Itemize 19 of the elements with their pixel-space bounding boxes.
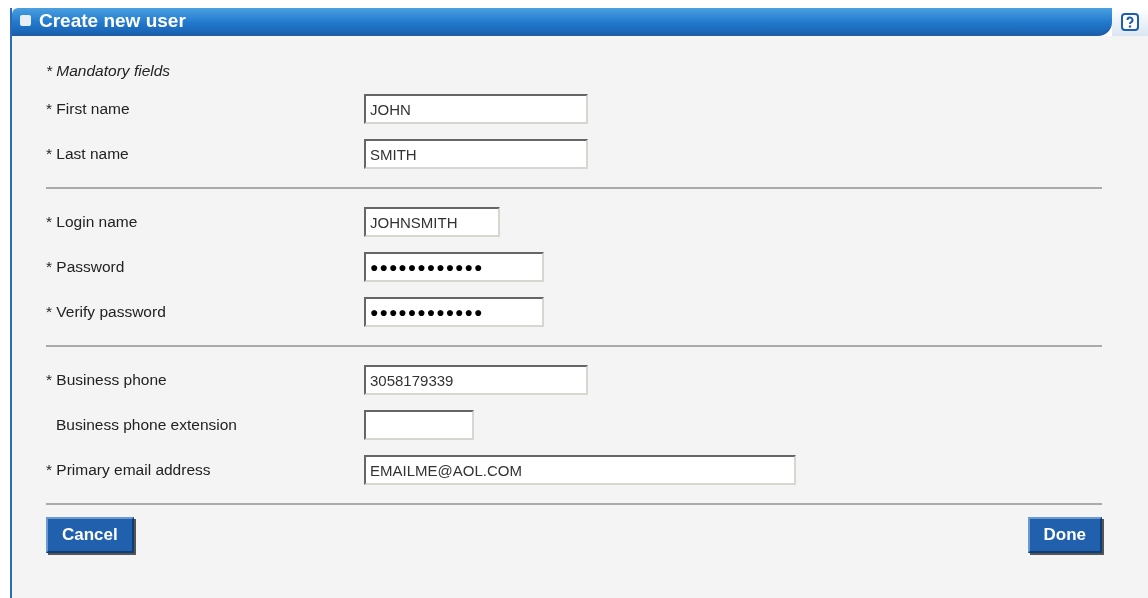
input-field[interactable]: EMAILME@AOL.COM [364, 455, 796, 485]
input-field[interactable]: SMITH [364, 139, 588, 169]
field-label: * Login name [46, 213, 139, 231]
field-label: * Last name [46, 145, 130, 163]
done-button[interactable]: Done [1027, 517, 1102, 553]
field-label: * Primary email address [46, 461, 212, 479]
field-label: Business phone extension [55, 416, 238, 434]
field-label: * Verify password [46, 303, 167, 321]
field-label: * Password [46, 258, 126, 276]
field-label: * First name [46, 100, 131, 118]
input-field[interactable]: JOHN [364, 94, 588, 124]
window-title: Create new user [39, 9, 186, 32]
input-field[interactable]: ●●●●●●●●●●●● [364, 297, 544, 327]
cancel-button[interactable]: Cancel [46, 517, 134, 553]
input-field[interactable]: JOHNSMITH [364, 207, 500, 237]
input-field[interactable]: 3058179339 [364, 365, 588, 395]
field-label: * Business phone [46, 371, 168, 389]
mandatory-note: * Mandatory fields [46, 62, 172, 81]
input-field[interactable]: ●●●●●●●●●●●● [364, 252, 544, 282]
